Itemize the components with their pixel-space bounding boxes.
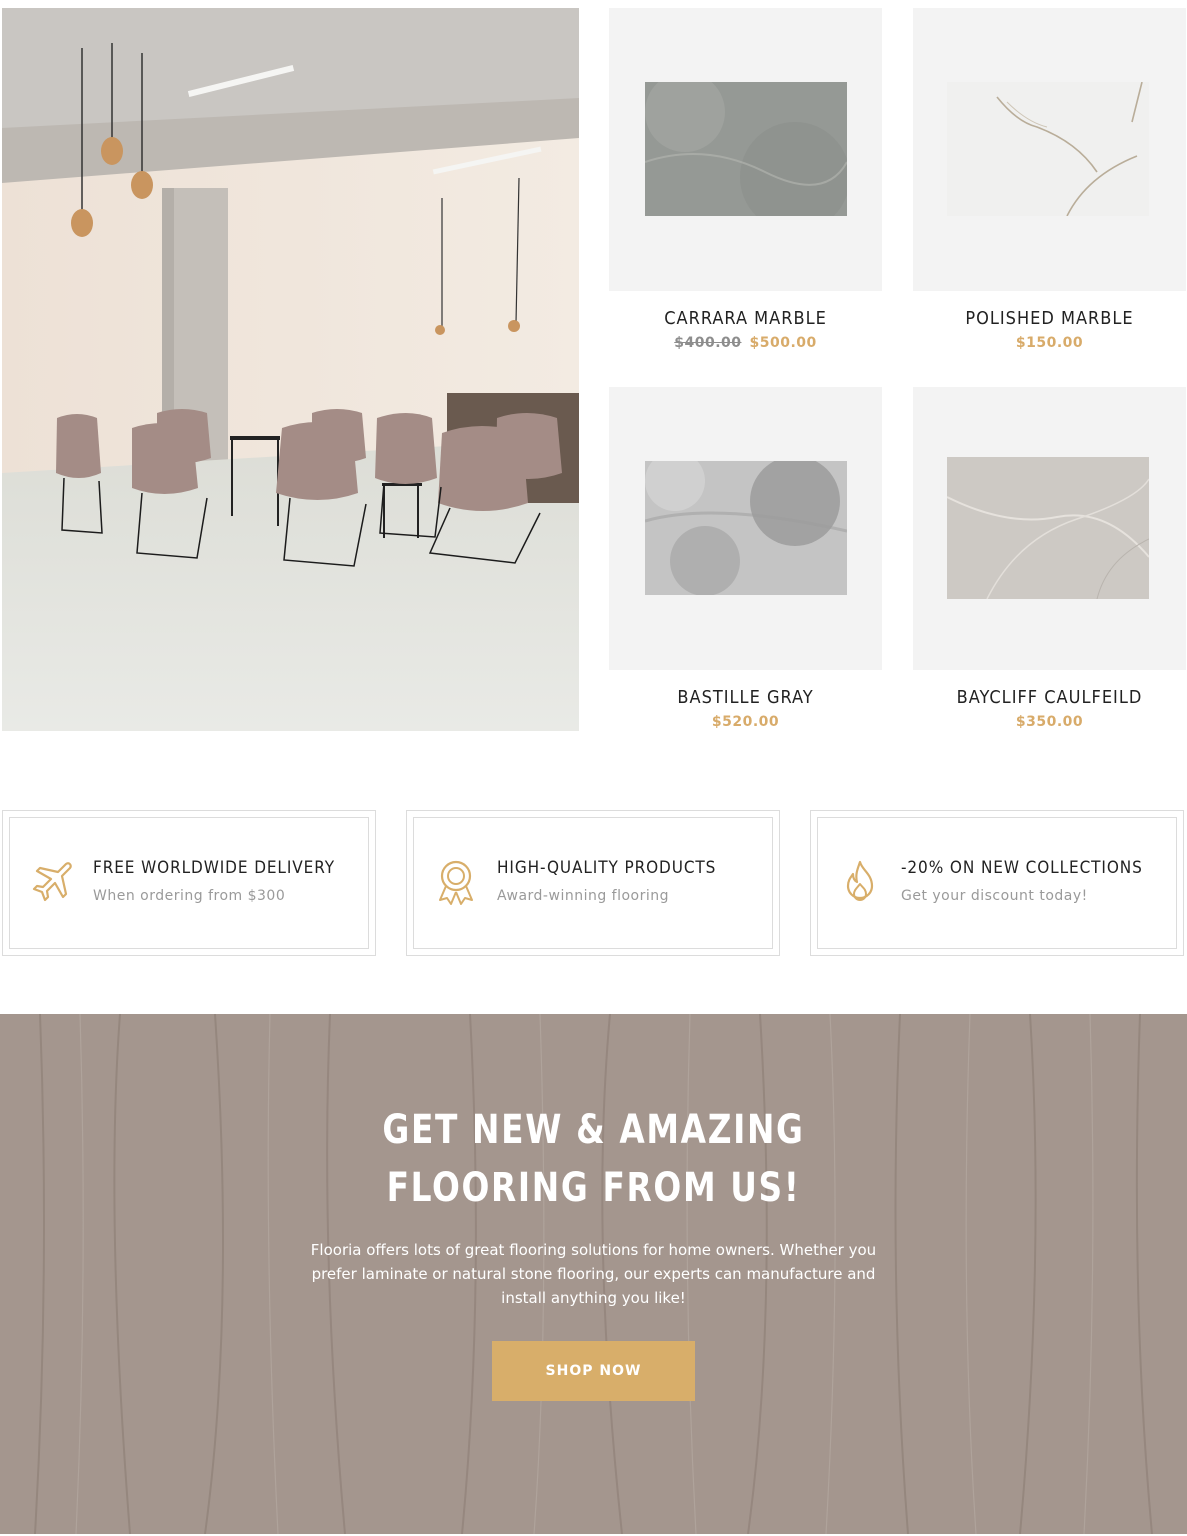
feature-subtitle: Award-winning flooring bbox=[497, 888, 670, 904]
feature-box-quality: HIGH-QUALITY PRODUCTS Award-winning floo… bbox=[406, 810, 780, 956]
feature-title: HIGH-QUALITY PRODUCTS bbox=[497, 858, 717, 878]
product-name[interactable]: CARRARA MARBLE bbox=[609, 308, 882, 329]
product-name[interactable]: BAYCLIFF CAULFEILD bbox=[913, 687, 1186, 708]
product-current-price: $500.00 bbox=[749, 335, 817, 351]
product-card[interactable]: CARRARA MARBLE $400.00 $500.00 bbox=[609, 8, 882, 351]
flame-icon bbox=[846, 860, 874, 901]
product-thumbnail[interactable] bbox=[913, 387, 1186, 670]
promo-banner: GET NEW & AMAZING FLOORING FROM US! Floo… bbox=[0, 1014, 1187, 1534]
feature-subtitle: Get your discount today! bbox=[901, 888, 1088, 904]
product-thumbnail[interactable] bbox=[609, 8, 882, 291]
product-swatch-image bbox=[645, 82, 847, 216]
product-swatch-image bbox=[947, 457, 1149, 599]
award-icon bbox=[439, 860, 473, 905]
hero-interior-image bbox=[2, 8, 579, 731]
product-current-price: $150.00 bbox=[1015, 335, 1084, 351]
feature-box-discount: -20% ON NEW COLLECTIONS Get your discoun… bbox=[810, 810, 1184, 956]
feature-subtitle: When ordering from $300 bbox=[93, 888, 286, 904]
banner-description: Flooria offers lots of great flooring so… bbox=[310, 1241, 877, 1307]
airplane-icon bbox=[32, 862, 72, 902]
product-price: $520.00 bbox=[609, 714, 882, 730]
banner-headline-line-1: GET NEW & AMAZING bbox=[382, 1107, 805, 1153]
product-price: $150.00 bbox=[913, 335, 1186, 351]
product-card[interactable]: BASTILLE GRAY $520.00 bbox=[609, 387, 882, 730]
product-price: $400.00 $500.00 bbox=[609, 335, 882, 351]
product-thumbnail[interactable] bbox=[609, 387, 882, 670]
product-name[interactable]: BASTILLE GRAY bbox=[609, 687, 882, 708]
product-current-price: $350.00 bbox=[1015, 714, 1084, 730]
product-current-price: $520.00 bbox=[711, 714, 780, 730]
product-card[interactable]: BAYCLIFF CAULFEILD $350.00 bbox=[913, 387, 1186, 730]
product-name[interactable]: POLISHED MARBLE bbox=[913, 308, 1186, 329]
product-card[interactable]: POLISHED MARBLE $150.00 bbox=[913, 8, 1186, 351]
product-swatch-image bbox=[645, 461, 847, 595]
product-swatch-image bbox=[947, 82, 1149, 216]
shop-now-button[interactable]: SHOP NOW bbox=[492, 1341, 695, 1401]
product-thumbnail[interactable] bbox=[913, 8, 1186, 291]
product-price: $350.00 bbox=[913, 714, 1186, 730]
feature-box-delivery: FREE WORLDWIDE DELIVERY When ordering fr… bbox=[2, 810, 376, 956]
product-old-price: $400.00 bbox=[674, 335, 742, 351]
feature-title: -20% ON NEW COLLECTIONS bbox=[901, 858, 1143, 878]
banner-headline-line-2: FLOORING FROM US! bbox=[386, 1165, 801, 1211]
feature-title: FREE WORLDWIDE DELIVERY bbox=[93, 858, 336, 878]
